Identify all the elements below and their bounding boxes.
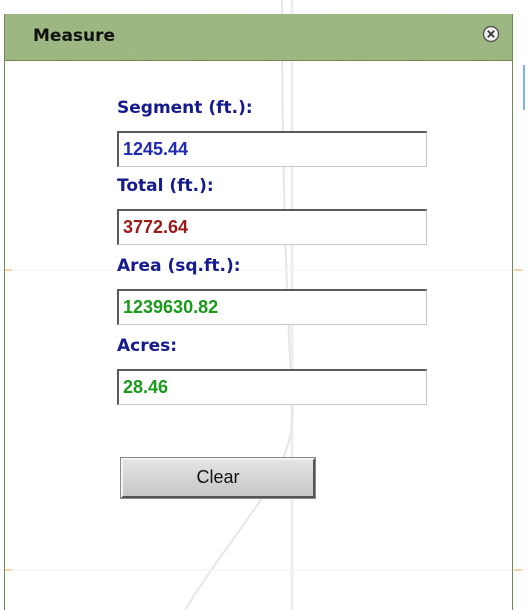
segment-label: Segment (ft.): xyxy=(117,98,253,118)
title-bar: Measure xyxy=(5,14,512,61)
area-field[interactable]: 1239630.82 xyxy=(117,289,427,325)
acres-label: Acres: xyxy=(117,336,178,356)
panel-title: Measure xyxy=(33,26,116,46)
total-label: Total (ft.): xyxy=(117,176,214,196)
segment-field[interactable]: 1245.44 xyxy=(117,131,427,167)
area-label: Area (sq.ft.): xyxy=(117,256,241,276)
total-field[interactable]: 3772.64 xyxy=(117,209,427,245)
clear-button[interactable]: Clear xyxy=(120,457,316,499)
close-icon[interactable] xyxy=(482,25,500,43)
measure-panel: Measure Segment (ft.): 1245.44 Total (ft… xyxy=(4,14,513,610)
acres-field[interactable]: 28.46 xyxy=(117,369,427,405)
